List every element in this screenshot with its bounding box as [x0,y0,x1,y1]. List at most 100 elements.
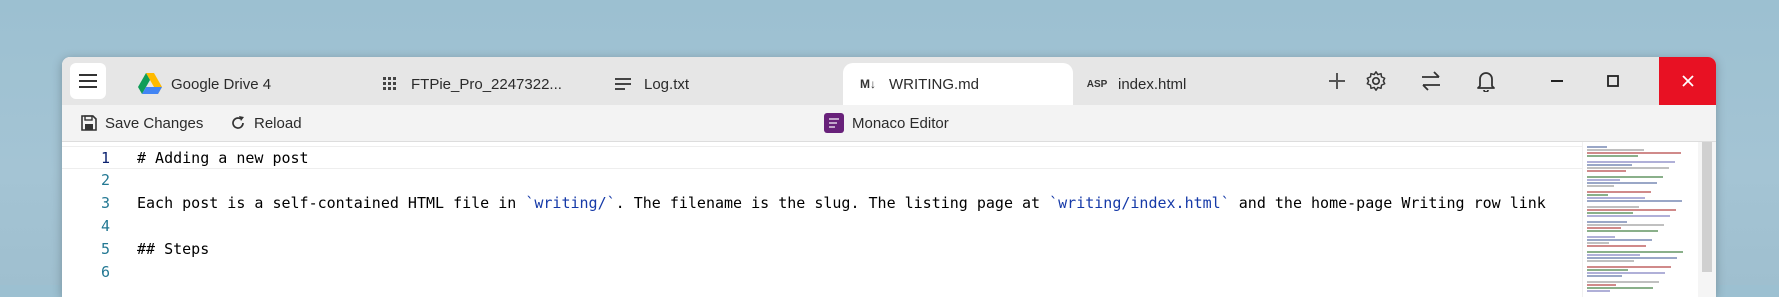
editor-line: 4 [62,215,1582,237]
new-tab-button[interactable] [1321,65,1353,97]
minimap-line [1587,236,1615,238]
minimap-line [1587,230,1658,232]
minimap-line [1587,281,1659,283]
hamburger-icon [79,74,97,88]
minimap-line [1587,266,1671,268]
minimap-line [1587,269,1628,271]
minimap-line [1587,215,1670,217]
reload-label: Reload [254,114,302,132]
notifications-button[interactable] [1470,65,1502,97]
monaco-editor-icon [824,113,844,133]
tab-label: Google Drive 4 [171,75,272,93]
bell-icon [1477,72,1495,92]
minimap-line [1587,179,1620,181]
code-editor[interactable]: 1 # Adding a new post 2 3 Each post is a… [62,142,1716,297]
minimap-line [1587,212,1633,214]
minimap-line [1587,245,1646,247]
minimap-line [1587,221,1627,223]
text-lines-icon [610,71,636,97]
save-changes-label: Save Changes [105,114,204,132]
save-changes-button[interactable]: Save Changes [81,105,203,141]
tab-log[interactable]: Log.txt [610,63,689,105]
tab-ftpie[interactable]: FTPie_Pro_2247322... [377,63,562,105]
line-text: # Adding a new post [137,149,309,167]
google-drive-icon [137,71,163,97]
menu-button[interactable] [70,63,106,99]
reload-icon [232,116,244,129]
grid-icon [377,71,403,97]
tab-google-drive[interactable]: Google Drive 4 [137,63,271,105]
markdown-icon: M↓ [860,77,876,91]
plus-icon [1329,73,1345,89]
minimap-line [1587,224,1664,226]
swap-arrows-icon [1422,71,1440,91]
minimap-line [1587,191,1651,193]
minimap-line [1587,260,1634,262]
tab-label: FTPie_Pro_2247322... [411,75,562,93]
minimap-line [1587,257,1677,259]
close-button[interactable] [1659,57,1716,105]
minimap-line [1587,275,1622,277]
minimap-line [1587,197,1645,199]
minimap-line [1587,287,1653,289]
tab-bar: Google Drive 4 FTPie_Pro_2247322... Log.… [62,57,1716,105]
app-window: Google Drive 4 FTPie_Pro_2247322... Log.… [62,57,1716,297]
minimap-line [1587,242,1609,244]
tab-index-html[interactable]: ASP index.html [1084,63,1187,105]
minimap-line [1587,200,1682,202]
tab-label: WRITING.md [889,75,979,93]
minimap-line [1587,185,1614,187]
vertical-scrollbar[interactable] [1698,142,1716,297]
line-number: 4 [100,217,110,235]
asp-icon: ASP [1086,78,1108,90]
editor-line: 6 [62,261,1582,283]
line-number: 3 [100,194,110,212]
transfer-button[interactable] [1415,65,1447,97]
gear-icon [1366,71,1386,91]
minimap-line [1587,152,1681,154]
line-number: 1 [100,149,110,167]
settings-button[interactable] [1360,65,1392,97]
minimize-button[interactable] [1541,65,1573,97]
minimap-line [1587,155,1638,157]
minimap-line [1587,239,1652,241]
minimap-line [1587,284,1616,286]
minimap-line [1587,164,1632,166]
minimap-line [1587,254,1640,256]
reload-button[interactable]: Reload [230,105,302,141]
line-text: Each post is a self-contained HTML file … [137,194,1546,212]
minimap-line [1587,209,1676,211]
line-text: ## Steps [137,240,210,258]
line-number: 6 [100,263,110,281]
minimap[interactable] [1582,142,1699,297]
maximize-icon [1607,75,1619,87]
editor-name: Monaco Editor [824,105,949,141]
minimap-line [1587,167,1669,169]
minimap-line [1587,272,1665,274]
editor-line: 1 # Adding a new post [62,146,1582,169]
editor-line: 3 Each post is a self-contained HTML fil… [62,192,1582,214]
save-icon [81,115,97,131]
editor-line: 5 ## Steps [62,238,1582,260]
minimap-line [1587,194,1608,196]
minimap-line [1587,146,1607,148]
tab-label: Log.txt [644,75,690,93]
scrollbar-thumb[interactable] [1702,142,1712,272]
minimap-line [1587,149,1644,151]
maximize-button[interactable] [1597,65,1629,97]
line-number: 5 [100,240,110,258]
minimap-line [1587,161,1675,163]
minimap-line [1587,176,1663,178]
minimap-line [1587,170,1626,172]
minimap-line [1587,290,1610,292]
editor-toolbar: Save Changes Reload Monaco Editor [62,105,1716,142]
minimap-line [1587,206,1639,208]
minimap-line [1587,182,1657,184]
minimap-line [1587,227,1621,229]
tab-label: index.html [1118,75,1187,93]
line-number: 2 [100,171,110,189]
editor-name-label: Monaco Editor [852,114,949,132]
minimap-line [1587,251,1683,253]
tab-writing-md[interactable]: M↓ WRITING.md [843,63,1073,105]
close-icon [1681,75,1694,87]
